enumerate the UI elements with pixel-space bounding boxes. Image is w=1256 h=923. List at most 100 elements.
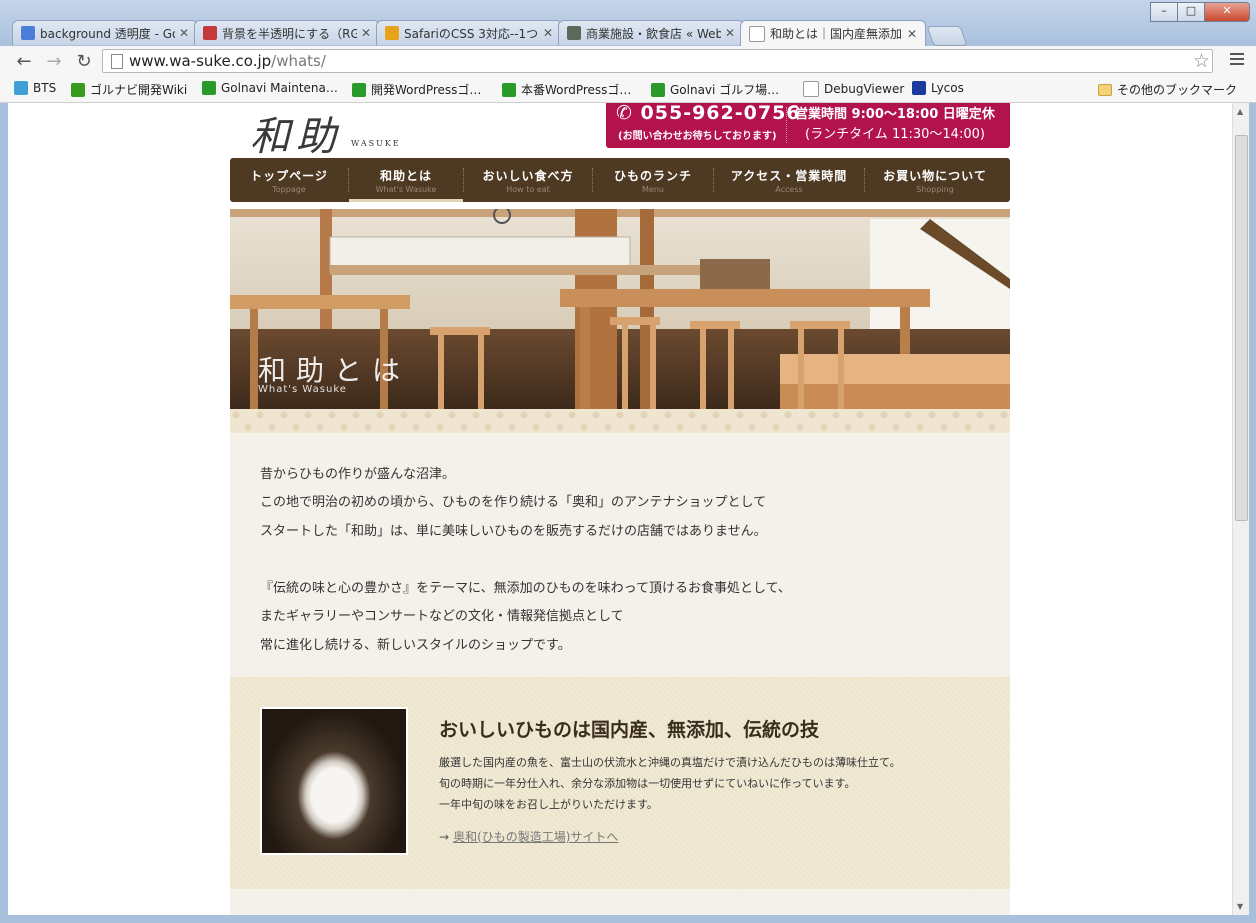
feature-line-1: 厳選した国内産の魚を、富士山の伏流水と沖縄の真塩だけで漬け込んだひものは薄味仕立… (439, 756, 901, 769)
nav-item-menu[interactable]: ひものランチ Menu (593, 158, 713, 202)
close-window-button[interactable]: ✕ (1204, 2, 1250, 22)
bookmark-item[interactable]: Golnavi ゴルフ場… (651, 81, 779, 98)
hero-subtitle: What's Wasuke (258, 384, 347, 395)
lunch-hours: (ランチタイム 11:30～14:00) (805, 127, 985, 142)
bookmark-item[interactable]: Lycos (912, 81, 964, 95)
nav-item-shopping[interactable]: お買い物について Shopping (865, 158, 1005, 202)
scrollbar-thumb[interactable] (1235, 135, 1248, 521)
bookmark-green-icon (651, 82, 665, 97)
page-scrollbar[interactable]: ▲ ▼ (1232, 103, 1249, 915)
bookmark-star-icon[interactable]: ☆ (1193, 51, 1210, 71)
other-bookmarks[interactable]: その他のブックマーク (1098, 81, 1237, 98)
nav-item-access[interactable]: アクセス・営業時間 Access (714, 158, 864, 202)
bookmark-item[interactable]: DebugViewer (803, 81, 904, 97)
bookmark-item[interactable]: 本番WordPressゴ… (502, 81, 631, 98)
tab-close-icon[interactable]: ✕ (543, 26, 553, 40)
tab-title: 商業施設・飲食店 « Web (586, 26, 721, 41)
nav-label: 和助とは (379, 168, 432, 183)
nav-label: おいしい食べ方 (482, 168, 574, 183)
bookmark-item[interactable]: Golnavi Maintena… (202, 81, 338, 95)
scroll-down-icon[interactable]: ▼ (1237, 902, 1243, 911)
window-titlebar: – □ ✕ background 透明度 - Go ✕ 背景を半透明にする（RG ✕ S… (0, 0, 1256, 46)
nav-label: アクセス・営業時間 (730, 168, 848, 183)
content-bottom (230, 889, 1010, 915)
site-logo[interactable]: 和助 (250, 104, 342, 162)
intro-line: 『伝統の味と心の豊かさ』をテーマに、無添加のひものを味わって頂けるお食事処として… (260, 581, 791, 596)
intro-line: この地で明治の初めの頃から、ひものを作り続ける「奥和」のアンテナショップとして (260, 495, 767, 510)
nav-label: ひものランチ (613, 168, 692, 183)
intro-line: 常に進化し続ける、新しいスタイルのショップです。 (260, 638, 571, 653)
bookmark-item[interactable]: ゴルナビ開発Wiki (71, 81, 187, 98)
scroll-up-icon[interactable]: ▲ (1237, 107, 1243, 116)
page-icon (749, 25, 765, 42)
bookmark-label: 開発WordPressゴ… (371, 83, 482, 97)
intro-line: またギャラリーやコンサートなどの文化・情報発信拠点として (260, 609, 624, 624)
window-frame-bottom (0, 915, 1256, 923)
tab-4[interactable]: 商業施設・飲食店 « Web ✕ (558, 20, 744, 45)
window-controls: – □ ✕ (1150, 2, 1250, 22)
intro-line: 昔からひもの作りが盛んな沼津。 (260, 467, 456, 482)
tab-5[interactable]: 和助とは｜国内産無添加 ✕ (740, 20, 926, 46)
reload-button[interactable]: ↻ (74, 52, 94, 72)
new-tab-button[interactable] (926, 26, 968, 46)
url-host: www.wa-suke.co.jp (129, 52, 272, 70)
forward-button[interactable]: → (44, 52, 64, 72)
back-button[interactable]: ← (14, 52, 34, 72)
tab-1[interactable]: background 透明度 - Go ✕ (12, 20, 198, 45)
hatena-icon (203, 26, 217, 40)
tab-close-icon[interactable]: ✕ (361, 26, 371, 40)
bookmark-item[interactable]: BTS (14, 81, 56, 95)
feature-line-3: 一年中旬の味をお召し上がりいただけます。 (439, 798, 658, 811)
bookmark-label: Lycos (931, 81, 964, 95)
bookmark-label: 本番WordPressゴ… (521, 83, 632, 97)
contact-divider (786, 107, 787, 143)
bookmarks-bar: その他のブックマーク BTS ゴルナビ開発Wiki Golnavi Maintena… (0, 78, 1256, 103)
tab-title: 和助とは｜国内産無添加 (770, 27, 903, 41)
nav-sublabel: Toppage (272, 184, 306, 194)
pattern-band (230, 409, 1010, 433)
tab-title: SafariのCSS 3対応--1つ (404, 26, 539, 41)
folder-icon (1098, 83, 1112, 96)
contact-banner: ✆ 055-962-0756 (お問い合わせお待ちしております) 営業時間 9:… (606, 103, 1010, 148)
nav-sublabel: What's Wasuke (375, 184, 437, 194)
nav-item-toppage[interactable]: トップページ Toppage (230, 158, 348, 202)
hero-title: 和助とは (258, 354, 411, 387)
bookmark-item[interactable]: 開発WordPressゴ… (352, 81, 481, 98)
okuwa-site-link-label: 奥和(ひもの製造工場)サイトへ (453, 830, 619, 844)
tab-strip: background 透明度 - Go ✕ 背景を半透明にする（RG ✕ Safariの… (12, 20, 968, 46)
bookmark-green-icon (202, 81, 216, 95)
tab-close-icon[interactable]: ✕ (179, 26, 189, 40)
nav-label: お買い物について (883, 168, 987, 183)
tab-2[interactable]: 背景を半透明にする（RG ✕ (194, 20, 380, 45)
okuwa-site-link[interactable]: → 奥和(ひもの製造工場)サイトへ (439, 828, 618, 845)
bookmark-green-icon (502, 82, 516, 97)
safari-icon (385, 26, 399, 40)
tab-close-icon[interactable]: ✕ (907, 27, 917, 41)
tab-title: background 透明度 - Go (40, 26, 175, 41)
phone-number: ✆ 055-962-0756 (616, 103, 801, 124)
nav-label: トップページ (250, 168, 328, 183)
tab-3[interactable]: SafariのCSS 3対応--1つ ✕ (376, 20, 562, 45)
nav-sublabel: How to eat (506, 184, 550, 194)
nav-item-how-to-eat[interactable]: おいしい食べ方 How to eat (464, 158, 592, 202)
address-bar[interactable]: www.wa-suke.co.jp/whats/ (102, 49, 1213, 73)
tab-close-icon[interactable]: ✕ (725, 26, 735, 40)
feature-section: おいしいひものは国内産、無添加、伝統の技 厳選した国内産の魚を、富士山の伏流水と… (230, 677, 1010, 889)
menu-icon[interactable] (1230, 53, 1244, 68)
other-bookmarks-label: その他のブックマーク (1117, 83, 1238, 97)
arrow-icon: → (439, 830, 450, 844)
bookmark-label: BTS (33, 81, 57, 95)
m-icon (14, 81, 28, 95)
maximize-button[interactable]: □ (1177, 2, 1205, 22)
nav-item-what-s-wasuke[interactable]: 和助とは What's Wasuke (349, 158, 463, 202)
page-icon (803, 81, 819, 97)
minimize-button[interactable]: – (1150, 2, 1178, 22)
intro-section: 昔からひもの作りが盛んな沼津。この地で明治の初めの頃から、ひものを作り続ける「奥… (230, 433, 1010, 677)
site-logo-sub: WASUKE (351, 139, 401, 148)
bookmark-green-icon (352, 82, 366, 97)
intro-line: スタートした「和助」は、単に美味しいひものを販売するだけの店舗ではありません。 (260, 524, 767, 539)
bookmark-label: Golnavi Maintena… (221, 81, 338, 95)
salt-photo (260, 707, 408, 855)
phone-note: (お問い合わせお待ちしております) (618, 131, 777, 142)
page-viewport: 和助 WASUKE ✆ 055-962-0756 (お問い合わせお待ちしておりま… (8, 103, 1232, 915)
